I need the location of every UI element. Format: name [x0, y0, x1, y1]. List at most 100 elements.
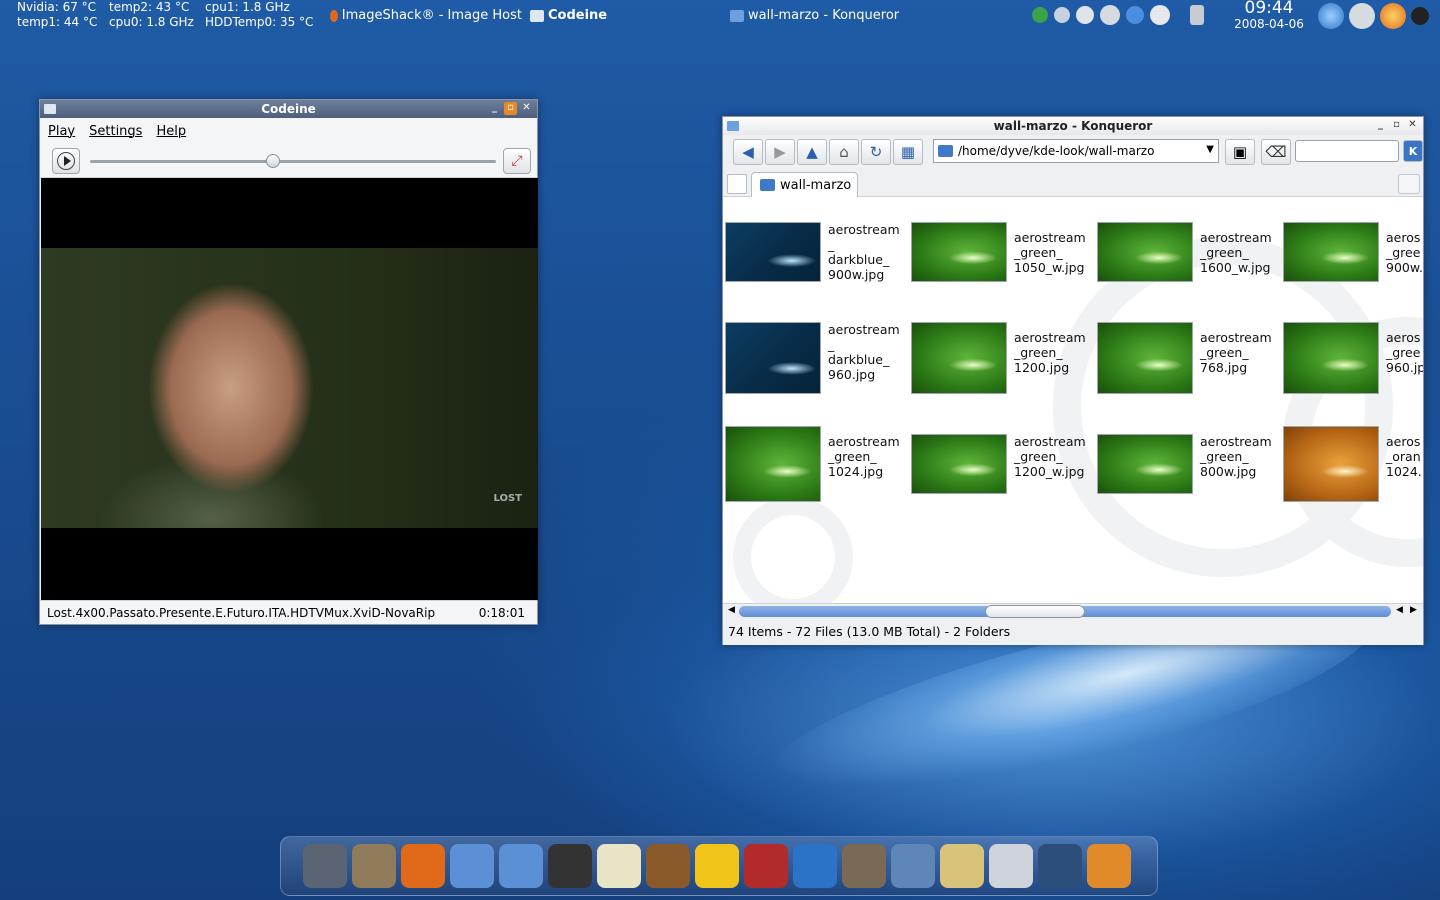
- lightbulb-icon[interactable]: [597, 844, 641, 888]
- terminal-button[interactable]: ▣: [1225, 139, 1255, 165]
- tab-wall-marzo[interactable]: wall-marzo: [751, 172, 858, 197]
- menu-play[interactable]: Play: [48, 124, 75, 139]
- clock[interactable]: 09:44 2008-04-06: [1226, 0, 1312, 31]
- file-item[interactable]: aeros _oran 1024.: [1281, 426, 1423, 516]
- file-item[interactable]: aerostream _green_ 1200_w.jpg: [909, 426, 1095, 516]
- scroll-left-icon[interactable]: ◀: [1396, 605, 1403, 615]
- cpu0: cpu0: 1.8 GHz: [109, 15, 194, 29]
- clear-icon: ⌫: [1265, 143, 1287, 161]
- chevron-down-icon[interactable]: ▼: [1206, 144, 1214, 155]
- close-icon[interactable]: ✕: [520, 102, 533, 115]
- minimize-icon[interactable]: _: [1374, 119, 1387, 132]
- thumbnail: [1097, 222, 1193, 282]
- icon-view: aerostream _ darkblue_ 900w.jpg aerostrea…: [723, 197, 1423, 603]
- reload-icon: ↻: [869, 143, 883, 161]
- forward-button[interactable]: ▶: [765, 139, 795, 165]
- task-codeine[interactable]: Codeine: [530, 7, 607, 25]
- download-icon[interactable]: [1126, 6, 1144, 24]
- maximize-icon[interactable]: ▫: [1390, 119, 1403, 132]
- back-button[interactable]: ◀: [733, 139, 763, 165]
- view-mode-button[interactable]: ▦: [893, 139, 923, 165]
- movie-icon[interactable]: [1087, 844, 1131, 888]
- alert-icon[interactable]: [548, 844, 592, 888]
- horizontal-scrollbar[interactable]: ◀ ◀ ▶: [723, 603, 1423, 619]
- file-item[interactable]: aerostream _green_ 1024.jpg: [723, 426, 909, 516]
- close-icon[interactable]: ✕: [1406, 119, 1419, 132]
- location-bar[interactable]: /home/dyve/kde-look/wall-marzo ▼: [933, 139, 1219, 163]
- clipboard-icon[interactable]: [1190, 5, 1204, 25]
- codeine-controls: ⤢: [40, 144, 537, 178]
- scroll-left-icon[interactable]: ◀: [728, 605, 735, 615]
- up-arrow-icon: ▲: [806, 143, 818, 161]
- menu-help[interactable]: Help: [156, 124, 186, 139]
- task-konqueror[interactable]: wall-marzo - Konqueror: [730, 7, 899, 25]
- volume-icon[interactable]: [1032, 7, 1048, 23]
- home-icon[interactable]: [352, 844, 396, 888]
- network-icon[interactable]: [1054, 7, 1070, 23]
- new-tab-button[interactable]: [727, 174, 747, 194]
- clear-location-button[interactable]: ⌫: [1261, 139, 1291, 165]
- konqueror-titlebar[interactable]: wall-marzo - Konqueror _ ▫ ✕: [723, 117, 1423, 135]
- file-item[interactable]: aerostream _green_ 800w.jpg: [1095, 426, 1281, 516]
- file-name: aeros _oran 1024.: [1386, 434, 1422, 479]
- file-item[interactable]: aerostream _ darkblue_ 960.jpg: [723, 322, 909, 412]
- photo-icon[interactable]: [891, 844, 935, 888]
- temp2: temp2: 43 °C: [109, 0, 190, 14]
- globe-icon[interactable]: [1318, 3, 1344, 29]
- gimp-icon[interactable]: [842, 844, 886, 888]
- seek-slider[interactable]: [90, 154, 496, 168]
- firefox-icon[interactable]: [401, 844, 445, 888]
- folder-icon: [760, 179, 775, 191]
- compass-icon[interactable]: [1100, 5, 1120, 25]
- up-button[interactable]: ▲: [797, 139, 827, 165]
- logout-icon[interactable]: [1411, 7, 1429, 25]
- thumbnail: [1283, 222, 1379, 282]
- file-item[interactable]: aeros _gree 900w.: [1281, 222, 1423, 312]
- disk-icon[interactable]: [989, 844, 1033, 888]
- file-item[interactable]: aerostream _green_ 768.jpg: [1095, 322, 1281, 412]
- konqueror-statusbar: 74 Items - 72 Files (13.0 MB Total) - 2 …: [723, 619, 1423, 645]
- terminal-icon: ▣: [1232, 143, 1248, 161]
- scroll-right-icon[interactable]: ▶: [1410, 605, 1417, 615]
- file-name: aerostream _green_ 1200_w.jpg: [1014, 434, 1086, 479]
- compass-icon[interactable]: [1349, 3, 1375, 29]
- editor-icon[interactable]: [1038, 844, 1082, 888]
- folder-icon: [730, 10, 744, 22]
- konqueror-toolbar: ◀ ▶ ▲ ⌂ ↻ ▦ /home/dyve/kde-look/wall-mar…: [723, 135, 1423, 169]
- file-item[interactable]: aerostream _green_ 1200.jpg: [909, 322, 1095, 412]
- dictionary-icon[interactable]: [744, 844, 788, 888]
- cow-icon[interactable]: [646, 844, 690, 888]
- file-item[interactable]: aerostream _green_ 1600_w.jpg: [1095, 222, 1281, 312]
- file-item[interactable]: aerostream _green_ 1050_w.jpg: [909, 222, 1095, 312]
- fullscreen-button[interactable]: ⤢: [503, 148, 531, 174]
- seek-handle[interactable]: [265, 154, 280, 168]
- thumbnail: [1097, 434, 1193, 494]
- kde-icon: K: [1408, 144, 1418, 158]
- downloads-folder-icon[interactable]: [450, 844, 494, 888]
- task-imageshack[interactable]: ImageShack® - Image Host: [330, 7, 522, 25]
- menu-settings[interactable]: Settings: [89, 124, 142, 139]
- kopete-icon[interactable]: [1150, 5, 1170, 25]
- play-button[interactable]: [52, 148, 80, 174]
- office-icon[interactable]: [695, 844, 739, 888]
- scroll-thumb[interactable]: [985, 605, 1085, 618]
- thumbnail: [911, 322, 1007, 394]
- file-item[interactable]: aeros _gree 960.jp: [1281, 322, 1423, 412]
- close-tab-button[interactable]: [1398, 174, 1420, 194]
- bluetooth-icon[interactable]: [1076, 6, 1094, 24]
- compass-icon[interactable]: [940, 844, 984, 888]
- reload-button[interactable]: ↻: [861, 139, 891, 165]
- search-provider-button[interactable]: K: [1403, 140, 1423, 162]
- video-area[interactable]: LOST: [41, 178, 538, 600]
- search-icon[interactable]: [793, 844, 837, 888]
- thumbnail: [1283, 322, 1379, 394]
- maximize-icon[interactable]: ▫: [504, 102, 517, 115]
- file-item[interactable]: aerostream _ darkblue_ 900w.jpg: [723, 222, 909, 312]
- codeine-titlebar[interactable]: Codeine _ ▫ ✕: [40, 100, 537, 118]
- firefox-icon[interactable]: [1380, 3, 1406, 29]
- kde-menu-icon[interactable]: [303, 844, 347, 888]
- search-input[interactable]: [1295, 140, 1399, 162]
- minimize-icon[interactable]: _: [488, 102, 501, 115]
- home-button[interactable]: ⌂: [829, 139, 859, 165]
- network-folder-icon[interactable]: [499, 844, 543, 888]
